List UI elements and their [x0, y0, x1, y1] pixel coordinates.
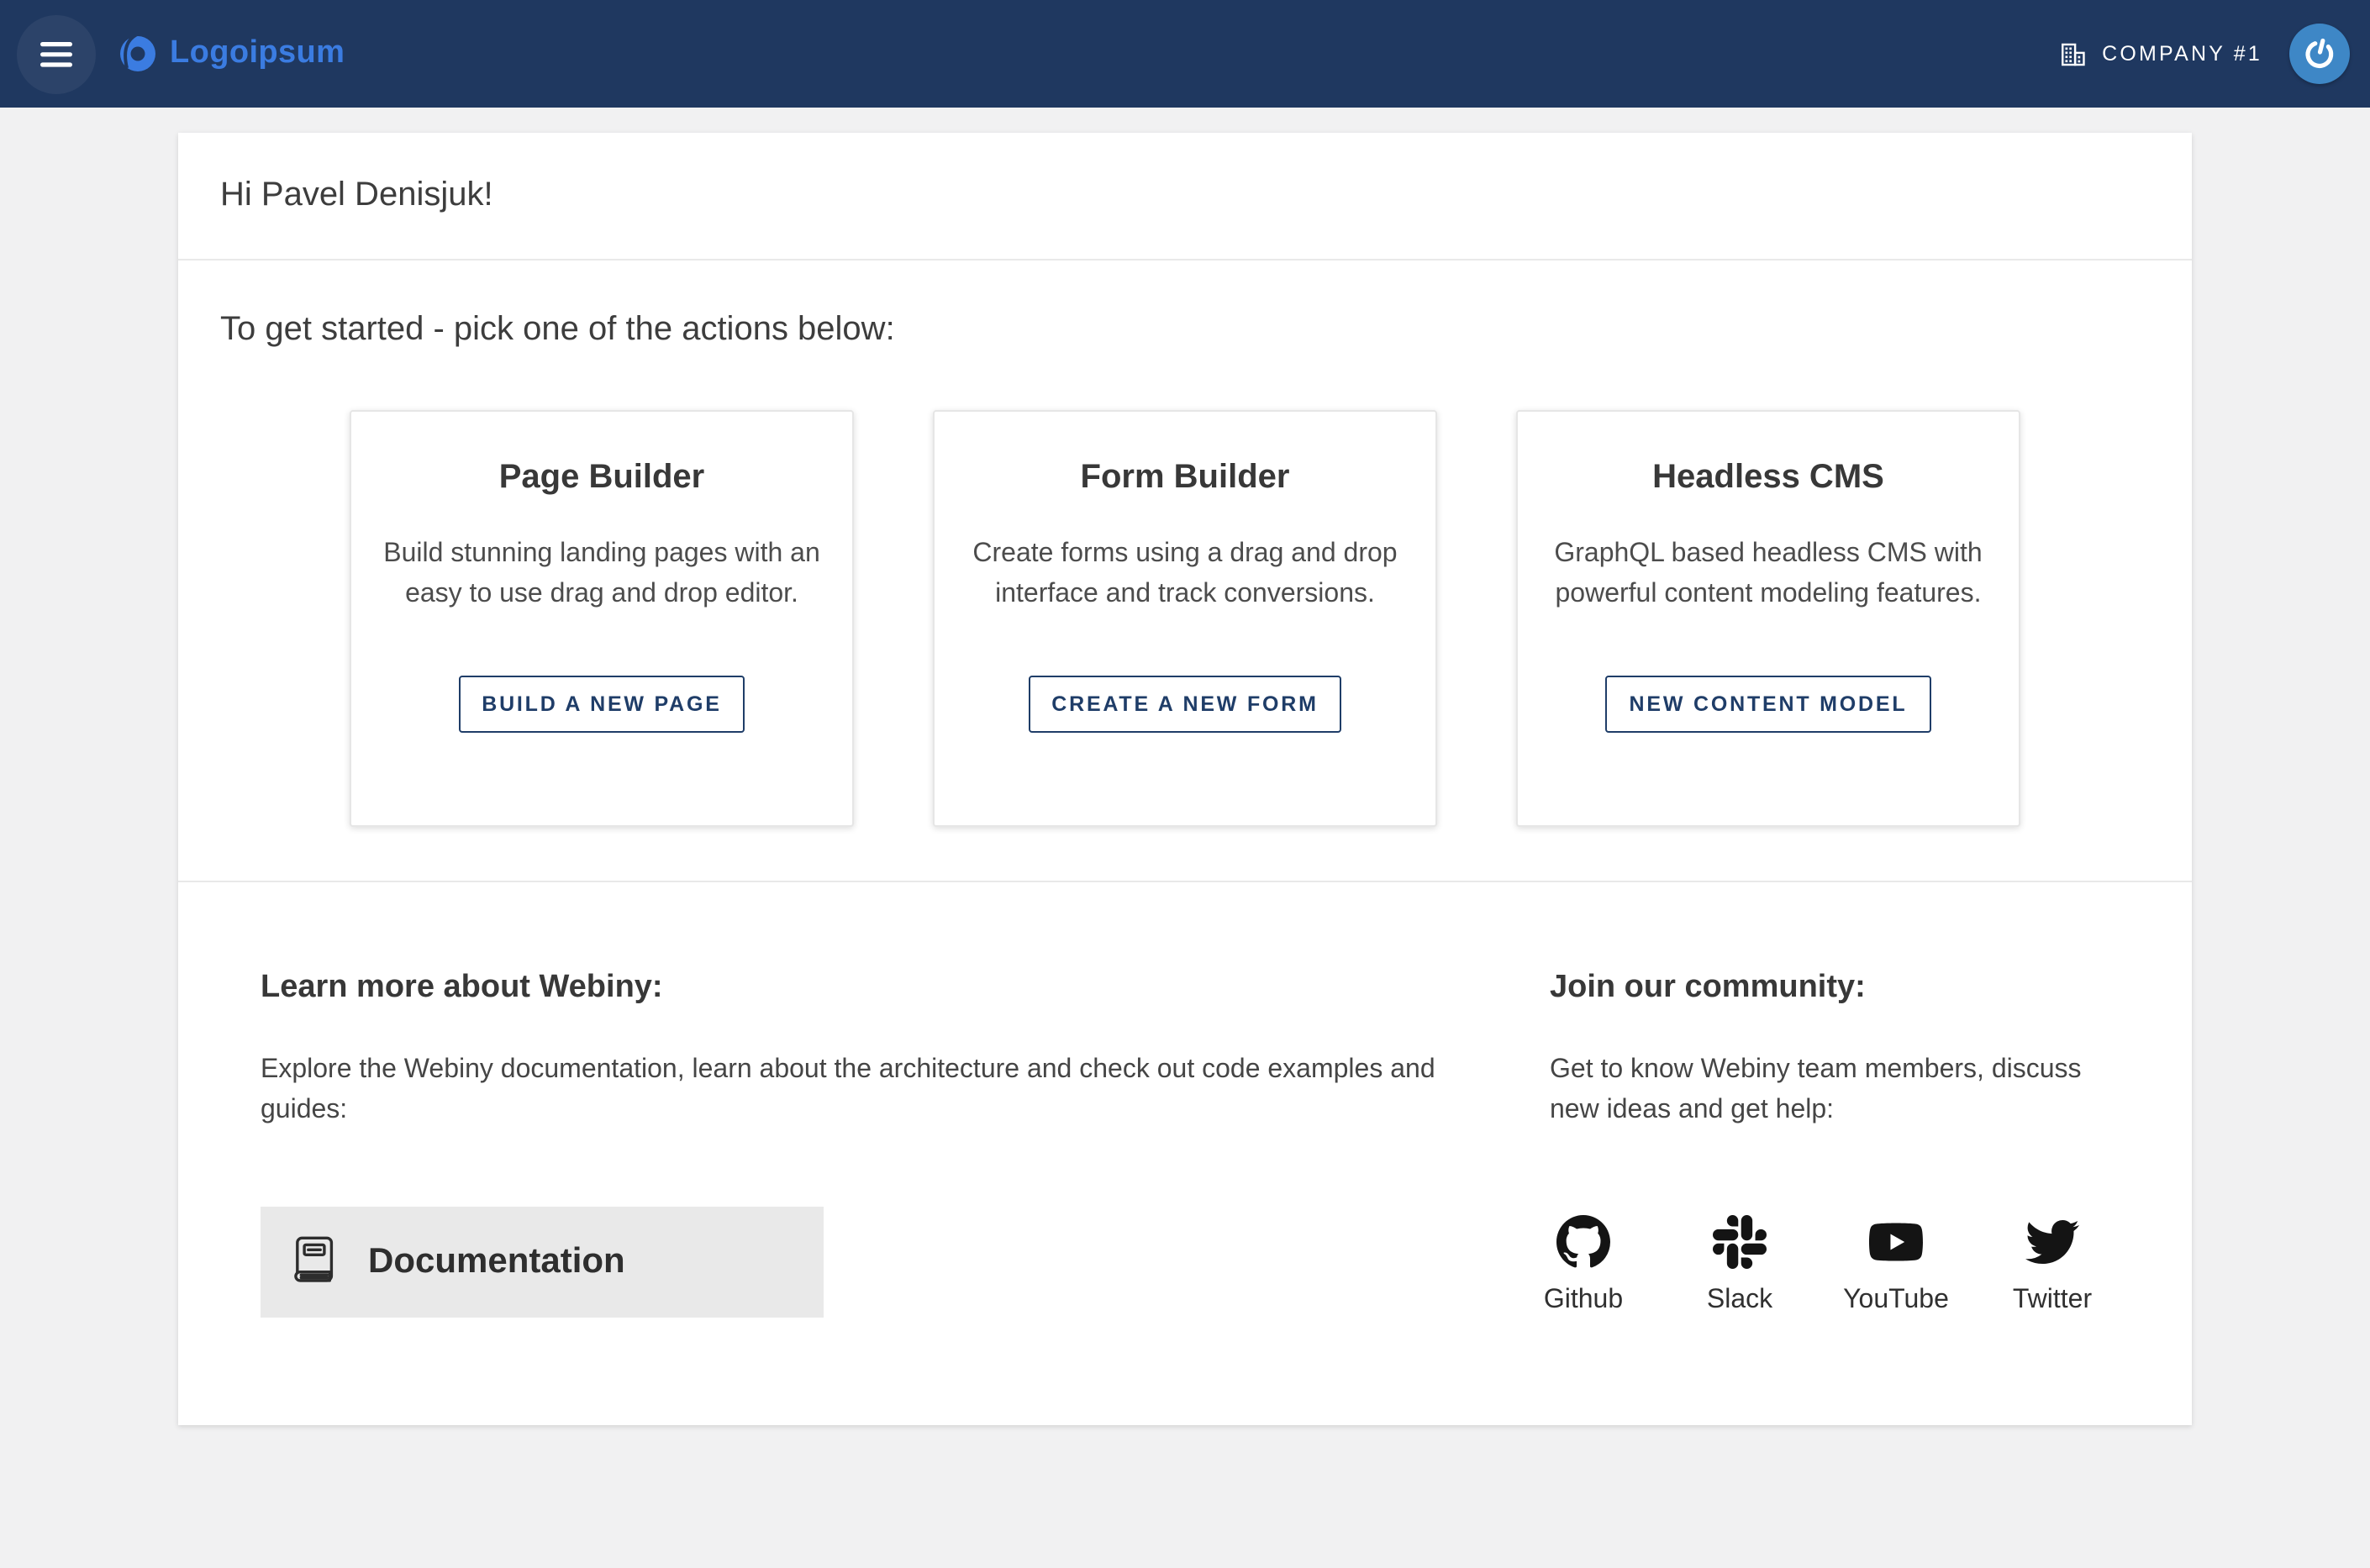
actions-section: To get started - pick one of the actions…	[178, 260, 2192, 882]
logo-mark-icon	[118, 34, 158, 74]
youtube-icon	[1867, 1215, 1925, 1269]
card-title: Headless CMS	[1543, 457, 1993, 497]
intro-text: To get started - pick one of the actions…	[220, 311, 2150, 350]
headless-cms-card: Headless CMS GraphQL based headless CMS …	[1516, 410, 2020, 827]
power-avatar-icon	[2303, 37, 2336, 71]
greeting-text: Hi Pavel Denisjuk!	[220, 176, 2150, 215]
social-label: Github	[1544, 1286, 1623, 1316]
twitter-icon	[2024, 1215, 2081, 1269]
top-navbar: Logoipsum	[0, 0, 2370, 108]
book-icon	[286, 1234, 343, 1291]
form-builder-card: Form Builder Create forms using a drag a…	[933, 410, 1437, 827]
learn-more-paragraph: Explore the Webiny documentation, learn …	[261, 1050, 1462, 1131]
company-label: COMPANY #1	[2102, 42, 2262, 66]
social-label: YouTube	[1843, 1286, 1949, 1316]
learn-more-heading: Learn more about Webiny:	[261, 970, 1462, 1007]
logo-text: Logoipsum	[170, 35, 345, 72]
card-description: Build stunning landing pages with an eas…	[380, 534, 824, 615]
company-building-icon	[2058, 39, 2087, 68]
welcome-card: Hi Pavel Denisjuk! To get started - pick…	[178, 133, 2192, 1425]
social-links-row: Github Slack	[1525, 1215, 2121, 1316]
documentation-link[interactable]: Documentation	[261, 1207, 824, 1318]
github-link[interactable]: Github	[1525, 1215, 1642, 1316]
community-column: Join our community: Get to know Webiny t…	[1550, 970, 2121, 1318]
twitter-link[interactable]: Twitter	[1993, 1215, 2111, 1316]
community-paragraph: Get to know Webiny team members, discuss…	[1550, 1050, 2121, 1131]
community-heading: Join our community:	[1550, 970, 2121, 1007]
card-description: GraphQL based headless CMS with powerful…	[1546, 534, 1990, 615]
user-avatar[interactable]	[2289, 24, 2350, 84]
greeting-section: Hi Pavel Denisjuk!	[178, 133, 2192, 260]
footer-section: Learn more about Webiny: Explore the Web…	[178, 882, 2192, 1425]
hamburger-menu-icon	[40, 41, 72, 66]
documentation-label: Documentation	[368, 1242, 625, 1282]
social-label: Slack	[1707, 1286, 1772, 1316]
card-description: Create forms using a drag and drop inter…	[963, 534, 1407, 615]
app-root: Logoipsum	[0, 0, 2370, 1568]
social-label: Twitter	[2013, 1286, 2092, 1316]
slack-icon	[1713, 1215, 1767, 1269]
github-icon	[1556, 1215, 1610, 1269]
navbar-left: Logoipsum	[0, 0, 345, 108]
app-logo[interactable]: Logoipsum	[118, 34, 345, 74]
menu-button[interactable]	[17, 14, 96, 93]
build-new-page-button[interactable]: BUILD A NEW PAGE	[458, 676, 745, 733]
action-cards-row: Page Builder Build stunning landing page…	[220, 410, 2150, 827]
navbar-right: COMPANY #1	[2058, 24, 2350, 84]
company-selector[interactable]: COMPANY #1	[2058, 39, 2262, 68]
page-builder-card: Page Builder Build stunning landing page…	[350, 410, 854, 827]
learn-more-column: Learn more about Webiny: Explore the Web…	[261, 970, 1462, 1318]
slack-link[interactable]: Slack	[1681, 1215, 1799, 1316]
card-title: Form Builder	[960, 457, 1410, 497]
create-new-form-button[interactable]: CREATE A NEW FORM	[1028, 676, 1342, 733]
card-title: Page Builder	[377, 457, 827, 497]
youtube-link[interactable]: YouTube	[1837, 1215, 1955, 1316]
new-content-model-button[interactable]: NEW CONTENT MODEL	[1606, 676, 1931, 733]
